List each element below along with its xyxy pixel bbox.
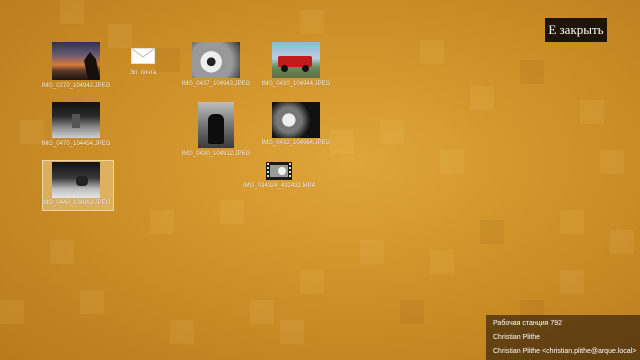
file-label: IMG_0430_104912.JPEG <box>181 151 251 157</box>
email-shortcut[interactable]: Эл. почта <box>128 45 160 81</box>
photo-thumbnail <box>52 102 100 138</box>
file-label: Эл. почта <box>129 70 157 76</box>
desktop-file-img-0430-cat[interactable]: IMG_0430_104912.JPEG <box>182 102 250 158</box>
file-label: IMG_0432_104964.JPEG <box>261 140 331 146</box>
video-film-icon <box>266 162 292 180</box>
desktop-file-img-0437[interactable]: IMG_0437_104943.JPEG <box>182 42 250 90</box>
desktop-file-img-0440[interactable]: IMG_0440_104963.JPEG <box>42 162 110 208</box>
desktop-file-video-mp4[interactable]: IMG_034324_432432.MP4 <box>243 162 315 192</box>
desktop-file-img-0270[interactable]: IMG_0270_104942.JPEG <box>42 42 110 90</box>
file-label: IMG_0470_104454.JPEG <box>41 141 111 147</box>
file-label: IMG_0440_104963.JPEG <box>41 200 111 206</box>
desktop-file-img-0432[interactable]: IMG_0432_104964.JPEG <box>262 102 330 150</box>
mail-icon <box>131 48 155 64</box>
photo-thumbnail <box>198 102 234 148</box>
user-name: Christian Plithe <box>493 334 541 341</box>
photo-thumbnail <box>272 42 320 78</box>
photo-thumbnail <box>52 42 100 80</box>
user-email: Christian Plithe <christian.plithe@arque… <box>493 348 637 355</box>
desktop-file-img-0470[interactable]: IMG_0470_104454.JPEG <box>42 102 110 150</box>
file-label: IMG_034324_432432.MP4 <box>242 183 316 189</box>
user-info-panel: Рабочая станция 792 Christian Plithe Chr… <box>486 315 640 360</box>
workstation-label: Рабочая станция 792 <box>493 320 563 327</box>
file-label: IMG_0430_104944.JPEG <box>261 81 331 87</box>
file-label: IMG_0270_104942.JPEG <box>41 83 111 89</box>
photo-thumbnail <box>272 102 320 138</box>
photo-thumbnail <box>52 162 100 198</box>
file-label: IMG_0437_104943.JPEG <box>181 81 251 87</box>
desktop-file-img-0430-truck[interactable]: IMG_0430_104944.JPEG <box>262 42 330 90</box>
photo-thumbnail <box>192 42 240 78</box>
close-button[interactable]: Е закрыть <box>545 18 607 42</box>
